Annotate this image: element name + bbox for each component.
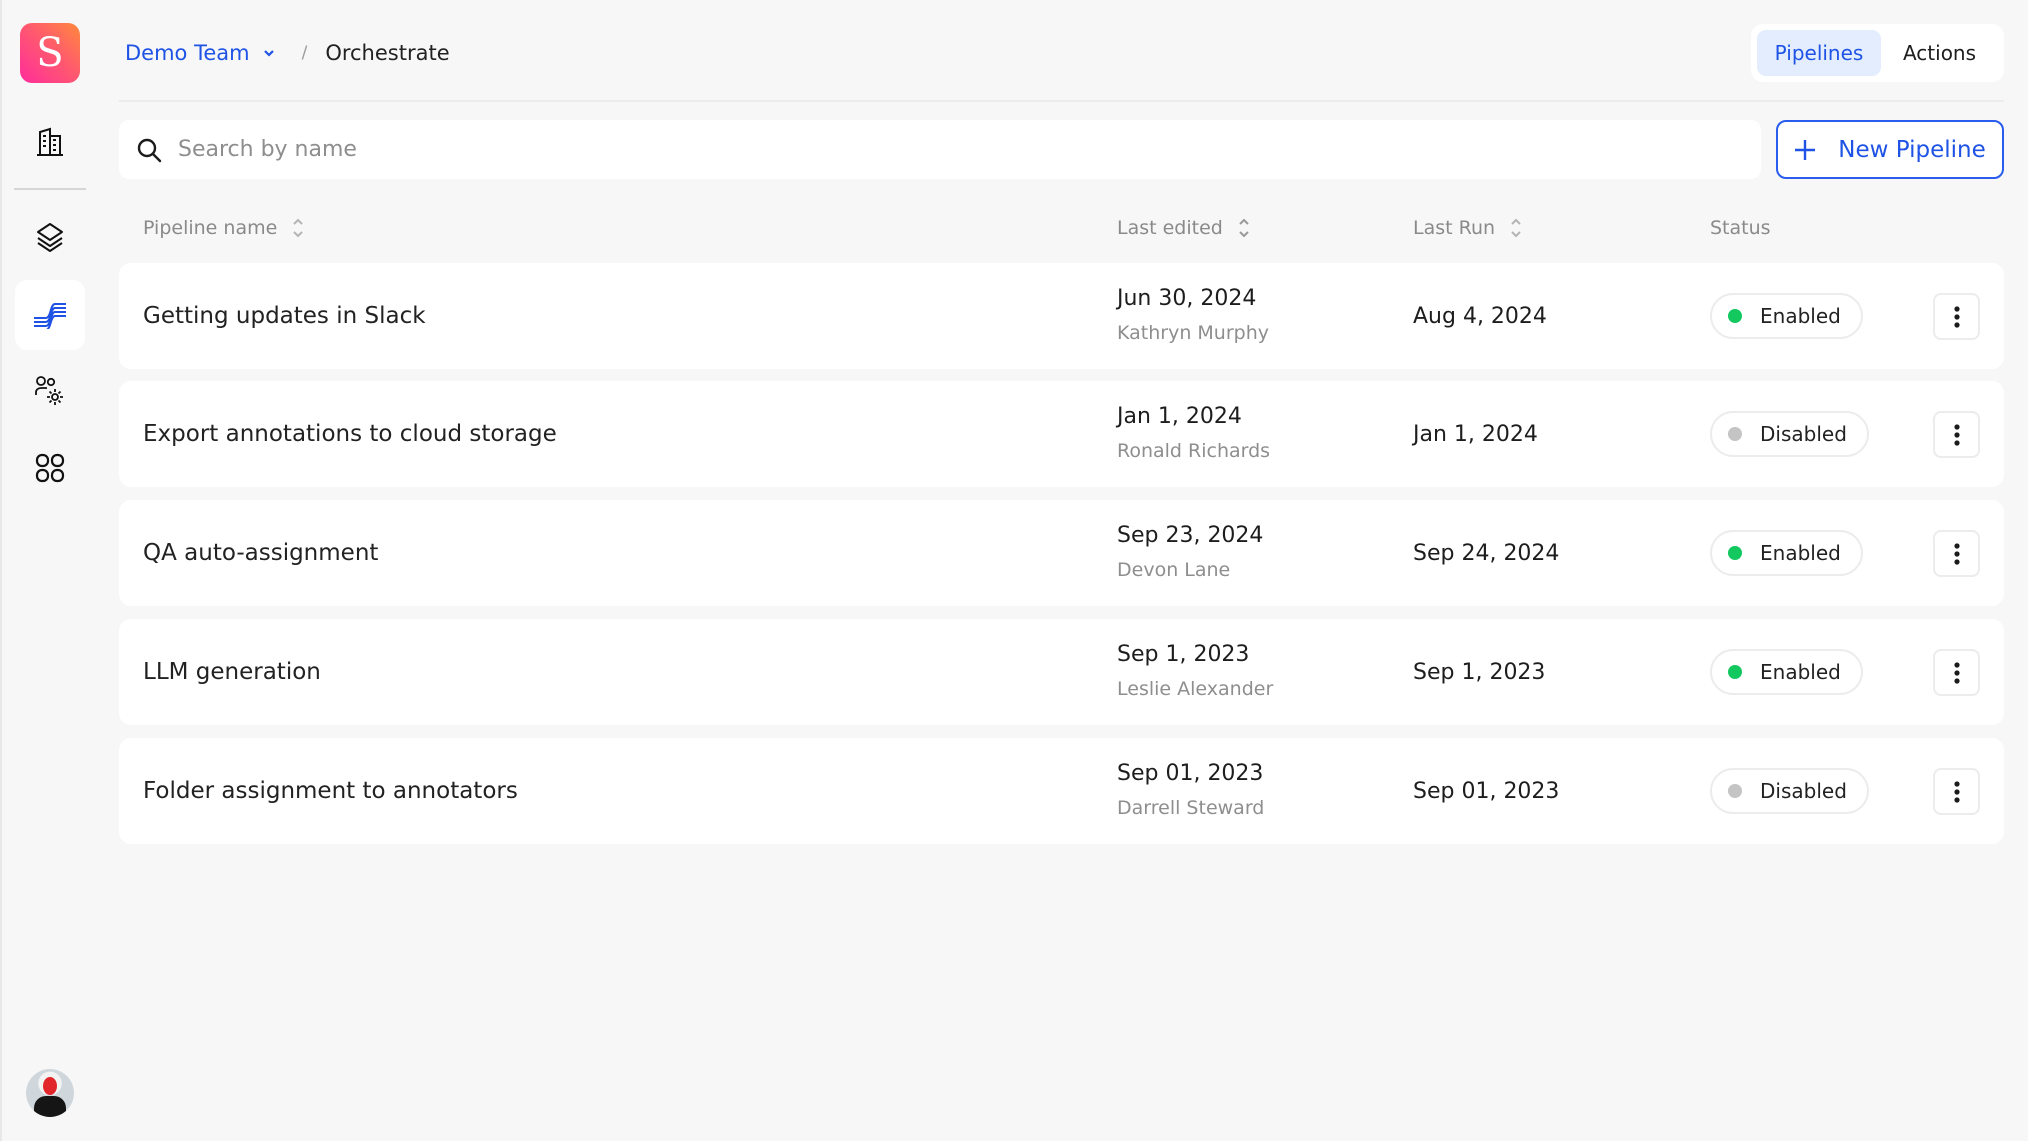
new-pipeline-label: New Pipeline <box>1838 136 1986 163</box>
last-edited-by: Kathryn Murphy <box>1117 322 1269 344</box>
last-edited-date: Jun 30, 2024 <box>1117 286 1257 311</box>
table-row[interactable]: Export annotations to cloud storage Jan … <box>119 381 2004 487</box>
last-edited-date: Sep 23, 2024 <box>1117 523 1264 548</box>
pipeline-name[interactable]: Folder assignment to annotators <box>143 738 518 844</box>
last-edited-cell: Jun 30, 2024 Kathryn Murphy <box>1117 285 1269 347</box>
orchestrate-icon <box>34 303 66 329</box>
more-options-button[interactable] <box>1933 530 1980 577</box>
sort-icon[interactable] <box>1509 216 1523 240</box>
pipeline-name[interactable]: Export annotations to cloud storage <box>143 381 557 487</box>
search-bar <box>119 120 1761 179</box>
view-toggle: Pipelines Actions <box>1751 24 2004 82</box>
sort-icon[interactable] <box>1237 216 1251 240</box>
sidebar-item-datasets[interactable] <box>15 202 85 272</box>
status-label: Enabled <box>1760 660 1841 684</box>
header-divider <box>119 100 2004 102</box>
sidebar-item-orchestrate[interactable] <box>15 280 85 350</box>
sort-icon[interactable] <box>291 216 305 240</box>
pipeline-name[interactable]: Getting updates in Slack <box>143 263 426 369</box>
grid-icon <box>35 453 65 483</box>
table-row[interactable]: Getting updates in Slack Jun 30, 2024 Ka… <box>119 263 2004 369</box>
search-input[interactable] <box>178 137 1678 162</box>
last-edited-by: Ronald Richards <box>1117 440 1271 462</box>
building-icon <box>37 127 63 156</box>
column-header-last-edited[interactable]: Last edited <box>1117 214 1251 242</box>
app-logo[interactable]: S <box>20 23 80 83</box>
breadcrumb-separator: / <box>301 43 308 63</box>
tab-pipelines[interactable]: Pipelines <box>1757 30 1881 76</box>
user-avatar[interactable] <box>26 1069 74 1117</box>
last-run-date: Aug 4, 2024 <box>1413 303 1547 329</box>
status-dot-icon <box>1728 665 1742 679</box>
status-badge[interactable]: Disabled <box>1710 768 1869 814</box>
sidebar: S <box>0 0 86 1141</box>
kebab-menu-icon <box>1953 305 1960 328</box>
last-edited-cell: Jan 1, 2024 Ronald Richards <box>1117 403 1270 465</box>
pipeline-name[interactable]: QA auto-assignment <box>143 500 378 606</box>
status-dot-icon <box>1728 784 1742 798</box>
column-header-status: Status <box>1710 214 1771 242</box>
status-dot-icon <box>1728 546 1742 560</box>
last-edited-date: Sep 01, 2023 <box>1117 761 1264 786</box>
avatar-face <box>43 1077 57 1095</box>
last-edited-by: Devon Lane <box>1117 559 1231 581</box>
last-edited-cell: Sep 23, 2024 Devon Lane <box>1117 522 1263 584</box>
status-label: Disabled <box>1760 422 1847 446</box>
column-label: Pipeline name <box>143 217 278 239</box>
last-edited-by: Leslie Alexander <box>1117 678 1274 700</box>
status-label: Enabled <box>1760 541 1841 565</box>
column-label: Last edited <box>1117 217 1223 239</box>
table-row[interactable]: LLM generation Sep 1, 2023 Leslie Alexan… <box>119 619 2004 725</box>
sidebar-item-team-settings[interactable] <box>15 356 85 426</box>
status-badge[interactable]: Enabled <box>1710 530 1863 576</box>
status-label: Enabled <box>1760 304 1841 328</box>
more-options-button[interactable] <box>1933 768 1980 815</box>
last-edited-date: Jan 1, 2024 <box>1117 404 1242 429</box>
column-header-last-run[interactable]: Last Run <box>1413 214 1523 242</box>
last-run-date: Jan 1, 2024 <box>1413 421 1538 447</box>
pipeline-name[interactable]: LLM generation <box>143 619 321 725</box>
breadcrumb-current: Orchestrate <box>325 41 450 65</box>
breadcrumb-team[interactable]: Demo Team <box>125 41 250 65</box>
status-badge[interactable]: Enabled <box>1710 293 1863 339</box>
status-badge[interactable]: Enabled <box>1710 649 1863 695</box>
status-badge[interactable]: Disabled <box>1710 411 1869 457</box>
last-edited-cell: Sep 1, 2023 Leslie Alexander <box>1117 641 1273 703</box>
status-label: Disabled <box>1760 779 1847 803</box>
kebab-menu-icon <box>1953 661 1960 684</box>
status-dot-icon <box>1728 309 1742 323</box>
sidebar-item-organization[interactable] <box>15 107 85 177</box>
layers-icon <box>37 223 63 252</box>
breadcrumb: Demo Team / Orchestrate <box>125 38 450 68</box>
more-options-button[interactable] <box>1933 293 1980 340</box>
tab-actions[interactable]: Actions <box>1881 30 1998 76</box>
column-label: Status <box>1710 217 1771 239</box>
more-options-button[interactable] <box>1933 649 1980 696</box>
column-label: Last Run <box>1413 217 1496 239</box>
search-icon <box>137 138 162 162</box>
last-edited-by: Darrell Steward <box>1117 797 1265 819</box>
last-run-date: Sep 1, 2023 <box>1413 659 1546 685</box>
last-run-date: Sep 24, 2024 <box>1413 540 1560 566</box>
table-row[interactable]: Folder assignment to annotators Sep 01, … <box>119 738 2004 844</box>
kebab-menu-icon <box>1953 780 1960 803</box>
sidebar-item-apps[interactable] <box>15 433 85 503</box>
new-pipeline-button[interactable]: New Pipeline <box>1776 120 2004 179</box>
kebab-menu-icon <box>1953 423 1960 446</box>
last-edited-cell: Sep 01, 2023 Darrell Steward <box>1117 760 1264 822</box>
sidebar-divider <box>14 188 86 190</box>
chevron-down-icon[interactable] <box>262 48 276 58</box>
table-row[interactable]: QA auto-assignment Sep 23, 2024 Devon La… <box>119 500 2004 606</box>
more-options-button[interactable] <box>1933 411 1980 458</box>
app-logo-letter: S <box>36 30 64 76</box>
kebab-menu-icon <box>1953 542 1960 565</box>
avatar-body <box>34 1096 66 1117</box>
column-header-pipeline-name[interactable]: Pipeline name <box>143 214 305 242</box>
users-gear-icon <box>35 376 63 405</box>
status-dot-icon <box>1728 427 1742 441</box>
last-edited-date: Sep 1, 2023 <box>1117 642 1250 667</box>
last-run-date: Sep 01, 2023 <box>1413 778 1560 804</box>
plus-icon <box>1795 139 1816 160</box>
